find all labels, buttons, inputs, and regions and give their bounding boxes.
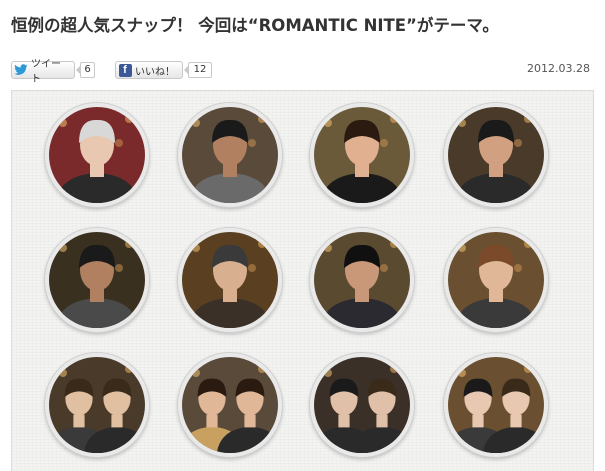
facebook-f-icon: f [118, 63, 132, 77]
snap-photo[interactable] [310, 353, 414, 457]
photo-gallery [11, 90, 594, 471]
snap-photo[interactable] [45, 228, 149, 332]
snap-photo[interactable] [310, 103, 414, 207]
post-date: 2012.03.28 [527, 62, 590, 75]
snap-photo[interactable] [178, 228, 282, 332]
snap-photo[interactable] [178, 103, 282, 207]
snap-photo[interactable] [444, 353, 548, 457]
tweet-button[interactable]: ツイート [11, 59, 75, 85]
tweet-label: ツイート [31, 59, 61, 85]
like-label: いいね！ [135, 66, 175, 78]
article-title: 恒例の超人気スナップ！ 今回は“ROMANTIC NITE”がテーマ。 [11, 16, 499, 35]
snap-photo[interactable] [178, 353, 282, 457]
snap-photo[interactable] [45, 103, 149, 207]
snap-photo[interactable] [444, 103, 548, 207]
twitter-bird-icon [14, 64, 28, 76]
like-count: 12 [184, 62, 212, 78]
snap-photo[interactable] [444, 228, 548, 332]
tweet-count: 6 [76, 62, 95, 78]
snap-photo[interactable] [45, 353, 149, 457]
page: 恒例の超人気スナップ！ 今回は“ROMANTIC NITE”がテーマ。 ツイート… [0, 0, 605, 471]
like-button[interactable]: f いいね！ [115, 61, 183, 79]
snap-photo[interactable] [310, 228, 414, 332]
